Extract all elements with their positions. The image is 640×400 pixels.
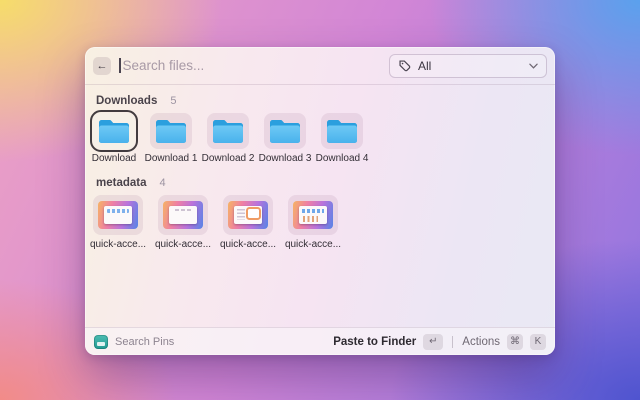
folder-tile <box>207 113 249 149</box>
filter-dropdown[interactable]: All <box>389 53 547 78</box>
screenshot-thumbnail <box>293 201 333 229</box>
folder-icon <box>270 120 300 143</box>
folder-icon <box>156 120 186 143</box>
footer-app-name: Search Pins <box>115 335 175 348</box>
search-pins-app-icon <box>94 334 108 349</box>
search-input[interactable]: Search files... <box>123 58 205 73</box>
footer-bar: Search Pins Paste to Finder ↵ Actions ⌘ … <box>85 327 555 355</box>
k-key-icon: K <box>530 333 546 350</box>
file-item-label: quick-acce... <box>219 239 277 250</box>
thumbnail-window-graphic <box>104 206 132 224</box>
search-bar: ← Search files... All <box>85 47 555 85</box>
section-count: 4 <box>159 177 166 189</box>
filter-selected-value: All <box>418 58 432 73</box>
results-list: Downloads 5 Download Download 1 Download… <box>85 85 555 327</box>
file-item-quick-access-2[interactable]: quick-acce... <box>154 195 212 250</box>
folder-item-download-1[interactable]: Download 1 <box>145 113 197 164</box>
section-title: metadata <box>96 177 147 189</box>
back-arrow-icon: ← <box>96 59 108 72</box>
folder-item-label: Download 3 <box>258 153 312 164</box>
folder-item-download-2[interactable]: Download 2 <box>202 113 254 164</box>
actions-button[interactable]: Actions <box>462 336 500 348</box>
section-count: 5 <box>170 95 177 107</box>
file-tile-box <box>223 195 273 235</box>
file-item-quick-access-4[interactable]: quick-acce... <box>284 195 342 250</box>
folder-icon <box>327 120 357 143</box>
folder-item-download-4[interactable]: Download 4 <box>316 113 368 164</box>
folder-icon <box>99 120 129 143</box>
file-item-label: quick-acce... <box>284 239 342 250</box>
thumbnail-window-graphic <box>299 206 327 224</box>
file-item-quick-access-1[interactable]: quick-acce... <box>89 195 147 250</box>
folder-item-label: Download 4 <box>315 153 369 164</box>
file-item-label: quick-acce... <box>154 239 212 250</box>
section-title: Downloads <box>96 95 158 107</box>
command-key-icon: ⌘ <box>507 333 523 350</box>
tag-icon <box>398 59 411 72</box>
downloads-row: Download Download 1 Download 2 Download … <box>90 110 547 164</box>
folder-item-download[interactable]: Download <box>90 110 138 164</box>
folder-item-download-3[interactable]: Download 3 <box>259 113 311 164</box>
file-tile-box <box>158 195 208 235</box>
section-header-metadata: metadata 4 <box>96 177 547 189</box>
file-item-quick-access-3[interactable]: quick-acce... <box>219 195 277 250</box>
footer-divider <box>452 335 454 348</box>
search-window: ← Search files... All Downloads 5 Downlo… <box>85 47 555 355</box>
text-caret <box>119 58 121 73</box>
screenshot-thumbnail <box>228 201 268 229</box>
screenshot-thumbnail <box>98 201 138 229</box>
thumbnail-window-graphic <box>169 206 197 224</box>
folder-item-label: Download <box>91 153 137 164</box>
file-item-label: quick-acce... <box>89 239 147 250</box>
paste-to-finder-button[interactable]: Paste to Finder <box>333 336 416 348</box>
return-key-icon: ↵ <box>423 333 444 350</box>
screenshot-thumbnail <box>163 201 203 229</box>
chevron-down-icon <box>529 63 538 69</box>
metadata-row: quick-acce... quick-acce... quick-acce..… <box>89 195 547 250</box>
folder-tile <box>264 113 306 149</box>
thumbnail-window-graphic <box>234 206 262 224</box>
back-button[interactable]: ← <box>93 56 111 75</box>
file-tile-box <box>93 195 143 235</box>
folder-tile-selected <box>90 110 138 152</box>
file-tile-box <box>288 195 338 235</box>
section-header-downloads: Downloads 5 <box>96 95 547 107</box>
folder-tile <box>321 113 363 149</box>
folder-icon <box>213 120 243 143</box>
folder-item-label: Download 2 <box>201 153 255 164</box>
folder-item-label: Download 1 <box>144 153 198 164</box>
folder-tile <box>150 113 192 149</box>
